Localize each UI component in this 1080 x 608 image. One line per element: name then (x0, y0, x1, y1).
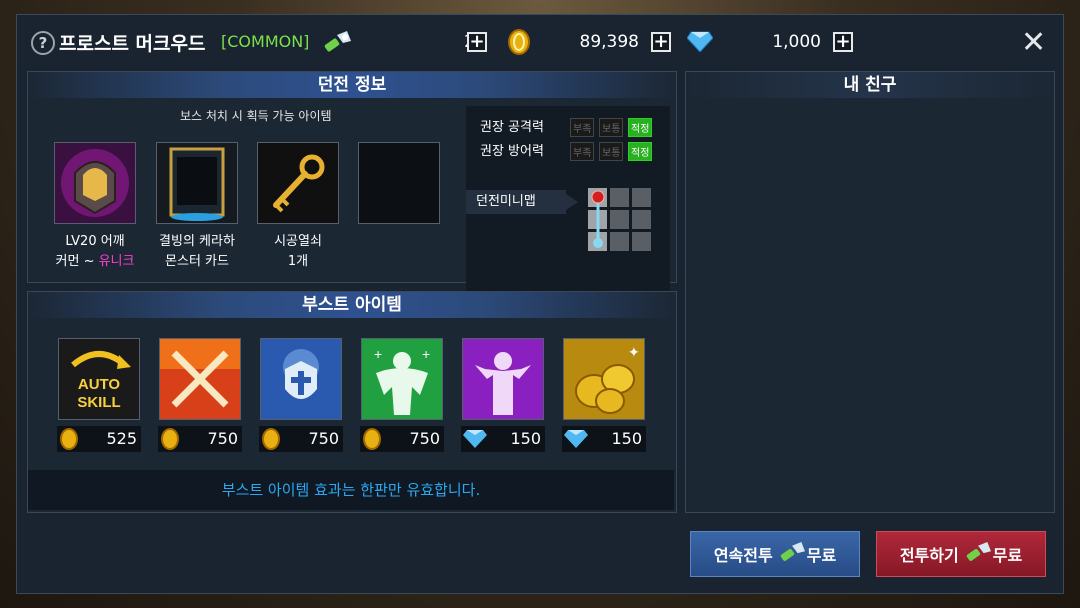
battle-label: 전투하기 (899, 546, 959, 565)
minimap-room (632, 232, 651, 251)
dungeon-info-title: 던전 정보 (28, 72, 676, 98)
attack-level-mid: 보통 (599, 118, 624, 137)
continuous-battle-label: 연속전투 (713, 546, 773, 565)
empty-reward-slot (358, 142, 440, 224)
friends-title: 내 친구 (686, 72, 1054, 98)
dungeon-name: 프로스트 머크우드 (59, 33, 206, 55)
gold-coin-icon (508, 29, 530, 55)
svg-text:+: + (422, 346, 430, 362)
attack-level-low: 부족 (570, 118, 595, 137)
dungeon-grade: [COMMON] (221, 32, 310, 51)
boost-notice: 부스트 아이템 효과는 한판만 유효합니다. (28, 470, 674, 510)
boost-price-1: 525 (57, 426, 141, 452)
recommended-defense: 권장 방어력 (480, 144, 544, 159)
defense-boost-icon[interactable] (260, 338, 342, 420)
shoulder-armor-icon[interactable] (54, 142, 136, 224)
boost-price-3: 750 (259, 426, 343, 452)
dungeon-minimap[interactable] (588, 188, 656, 256)
minimap-room (632, 210, 651, 229)
gold-coin-icon (262, 428, 280, 450)
gold-boost-icon[interactable]: ✦ (563, 338, 645, 420)
attack-level-good: 적정 (628, 118, 653, 137)
minimap-room (610, 232, 629, 251)
reward-item-2-label: 결빙의 케라하 몬스터 카드 (159, 234, 235, 269)
minimap-arrow-icon (566, 194, 578, 210)
friends-panel: 내 친구 (685, 71, 1055, 513)
flashlight-stamina-icon (324, 31, 351, 52)
diamond-gem-icon (564, 430, 588, 448)
auto-skill-boost-icon[interactable]: AUTO SKILL (58, 338, 140, 420)
gold-coin-icon (60, 428, 78, 450)
top-bar: ? 프로스트 머크우드 [COMMON] 2 + 89,398 + 1,000 … (17, 15, 1063, 69)
defense-level-mid: 보통 (599, 142, 624, 161)
continuous-battle-button[interactable]: 연속전투 무료 (690, 531, 860, 577)
golden-key-icon[interactable] (257, 142, 339, 224)
minimap-path-icon (591, 190, 605, 248)
power-boost-icon[interactable] (462, 338, 544, 420)
boost-price-2: 750 (158, 426, 242, 452)
defense-level-good: 적정 (628, 142, 653, 161)
minimap-label: 던전미니맵 (466, 190, 566, 214)
recommended-attack: 권장 공격력 (480, 120, 544, 135)
gold-coin-icon (161, 428, 179, 450)
add-gold-button[interactable]: + (651, 32, 671, 52)
dungeon-entry-dialog: ? 프로스트 머크우드 [COMMON] 2 + 89,398 + 1,000 … (16, 14, 1064, 594)
gem-amount: 1,000 (772, 32, 821, 52)
defense-level-low: 부족 (570, 142, 595, 161)
hp-boost-icon[interactable]: + + (361, 338, 443, 420)
add-stamina-button[interactable]: + (467, 32, 487, 52)
minimap-room (632, 188, 651, 207)
svg-text:SKILL: SKILL (77, 394, 120, 411)
reward-item-1-label: LV20 어깨 커먼 ~ 유니크 (55, 234, 135, 269)
gold-amount: 89,398 (579, 32, 639, 52)
svg-text:+: + (374, 346, 382, 362)
monster-card-icon[interactable] (156, 142, 238, 224)
continuous-battle-cost: 무료 (806, 546, 837, 565)
boost-title: 부스트 아이템 (28, 292, 676, 318)
flashlight-stamina-icon (780, 542, 805, 561)
gold-coin-icon (363, 428, 381, 450)
close-icon[interactable]: ✕ (1021, 25, 1046, 60)
battle-cost: 무료 (992, 546, 1023, 565)
reward-item-3-label: 시공열쇠 1개 (274, 234, 322, 269)
minimap-room (610, 210, 629, 229)
boost-price-6: 150 (562, 426, 646, 452)
reward-caption: 보스 처치 시 획득 가능 아이템 (180, 109, 332, 123)
boost-price-5: 150 (461, 426, 545, 452)
minimap-room (610, 188, 629, 207)
svg-text:✦: ✦ (628, 344, 640, 360)
flashlight-stamina-icon (966, 542, 991, 561)
diamond-gem-icon (463, 430, 487, 448)
add-gem-button[interactable]: + (833, 32, 853, 52)
help-icon[interactable]: ? (31, 31, 55, 55)
attack-boost-icon[interactable] (159, 338, 241, 420)
diamond-gem-icon (687, 31, 713, 52)
svg-text:AUTO: AUTO (78, 376, 121, 393)
boost-price-4: 750 (360, 426, 444, 452)
boost-item-panel: 부스트 아이템 AUTO SKILL + + ✦ 525 750 750 750… (27, 291, 677, 513)
dungeon-info-panel: 던전 정보 보스 처치 시 획득 가능 아이템 LV20 어깨 커먼 ~ 유니크 (27, 71, 677, 326)
battle-button[interactable]: 전투하기 무료 (876, 531, 1046, 577)
